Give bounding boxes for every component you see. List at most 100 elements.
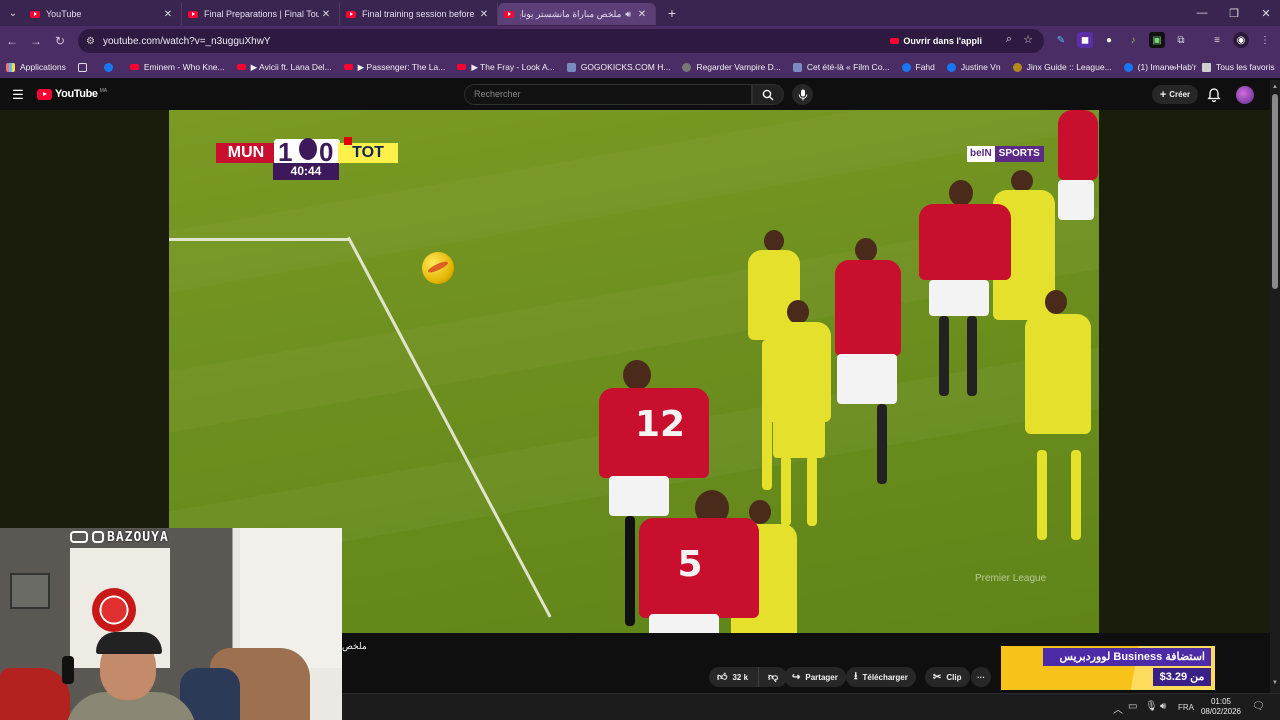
network-icon[interactable]: ▭	[1128, 701, 1137, 712]
more-actions-button[interactable]: ···	[971, 667, 991, 687]
grid-icon	[77, 62, 87, 72]
scroll-up-arrow-icon[interactable]: ▲	[1272, 84, 1278, 90]
address-bar[interactable]: ⚙︎ youtube.com/watch?v=_n3ugguXhwY Ouvri…	[78, 29, 1044, 53]
bookmark-grid[interactable]	[72, 58, 98, 76]
bookmarks-overflow-button[interactable]: »	[1166, 58, 1183, 76]
like-count: 32 k	[732, 672, 749, 682]
download-label: Télécharger	[862, 672, 908, 682]
like-button[interactable]: 👍︎ 32 k	[709, 667, 760, 687]
bookmark-eminem[interactable]: Eminem - Who Kne...	[124, 58, 231, 76]
tab-search-chevron-icon[interactable]: ⌄	[2, 2, 24, 24]
streamer	[66, 630, 200, 720]
home-team-code: MUN	[216, 143, 276, 163]
reload-icon[interactable]: ↻	[48, 29, 72, 53]
profile-avatar-icon[interactable]: ◉	[1233, 32, 1249, 48]
voice-search-button[interactable]	[792, 84, 813, 105]
minimize-window-icon[interactable]: —	[1186, 0, 1218, 26]
site-info-icon[interactable]: ⚙︎	[86, 36, 95, 47]
close-tab-icon[interactable]: ✕	[477, 9, 491, 20]
tray-overflow-chevron-icon[interactable]: ︿	[1113, 701, 1123, 716]
extensions-puzzle-icon[interactable]: ⧉	[1173, 32, 1189, 48]
download-button[interactable]: ⭳ Télécharger	[846, 667, 916, 687]
bookmark-justine[interactable]: Justine Vn	[941, 58, 1007, 76]
extension-translate-icon[interactable]: ✎	[1053, 32, 1069, 48]
volume-icon[interactable]: 🔊︎	[1160, 701, 1166, 712]
bookmark-the-fray[interactable]: ▶ The Fray - Look A...	[451, 58, 560, 76]
system-clock[interactable]: 01:05 08/02/2026	[1196, 697, 1246, 717]
browser-tab[interactable]: Final training session before th ✕	[340, 3, 498, 25]
bookmark-label: Jinx Guide :: League...	[1026, 62, 1112, 72]
shirt-number: 12	[634, 404, 686, 445]
bookmark-imane[interactable]: (1) Imane Hab'r	[1118, 58, 1203, 76]
youtube-wordmark: YouTube	[55, 88, 98, 100]
scroll-down-arrow-icon[interactable]: ▼	[1272, 680, 1278, 686]
bookmark-star-icon[interactable]: ☆	[1023, 33, 1033, 46]
notifications-bell-icon[interactable]	[1206, 87, 1222, 103]
search-input[interactable]: Rechercher	[464, 84, 752, 105]
account-avatar[interactable]	[1236, 86, 1254, 104]
close-tab-icon[interactable]: ✕	[161, 9, 175, 20]
sponsored-banner[interactable]: استضافة Business لووردبريس من 3.29$	[1001, 646, 1215, 690]
youtube-masthead: ☰ YouTube MA Rechercher + Créer	[0, 80, 1280, 110]
ad-headline: استضافة Business لووردبريس	[1043, 648, 1211, 666]
dislike-button[interactable]: 👎︎	[759, 667, 788, 687]
bookmark-label: ▶ Passenger: The La...	[357, 61, 446, 72]
media-control-icon[interactable]: ≡	[1209, 32, 1225, 48]
browser-tab[interactable]: YouTube ✕	[24, 3, 182, 25]
forward-arrow-icon[interactable]: →	[24, 29, 48, 53]
zoom-search-icon[interactable]: ⌕	[1006, 33, 1012, 46]
page-scrollbar[interactable]: ▲ ▼	[1270, 80, 1280, 720]
youtube-app-icon	[890, 38, 900, 44]
browser-menu-icon[interactable]: ⋮	[1257, 32, 1273, 48]
extension-purple-icon[interactable]: ◼	[1077, 32, 1093, 48]
search-button[interactable]	[752, 84, 784, 105]
bookmark-facebook[interactable]	[98, 58, 124, 76]
browser-tab-active[interactable]: ملخص مباراة مانشستر يونايتد 🔊︎ ✕	[498, 3, 656, 25]
close-window-icon[interactable]: ✕	[1250, 0, 1280, 26]
extension-ghost-icon[interactable]: ●	[1101, 32, 1117, 48]
apps-icon	[6, 62, 15, 72]
back-arrow-icon[interactable]: ←	[0, 29, 24, 53]
bookmark-vampire[interactable]: Regarder Vampire D...	[676, 58, 786, 76]
restore-window-icon[interactable]: ❐	[1218, 0, 1250, 26]
extension-music-icon[interactable]: ♪	[1125, 32, 1141, 48]
bookmark-label: Cet été-là « Film Co...	[806, 62, 890, 72]
bookmark-label: Tous les favoris	[1216, 62, 1275, 72]
thumbs-down-icon: 👎︎	[768, 672, 779, 683]
youtube-logo[interactable]: YouTube MA	[37, 88, 107, 100]
headset	[62, 656, 74, 684]
youtube-play-logo-icon	[37, 88, 52, 100]
extension-dark-icon[interactable]: ▣	[1149, 32, 1165, 48]
bookmark-fahd[interactable]: Fahd	[896, 58, 941, 76]
download-group: ⭳ Télécharger	[846, 667, 916, 687]
share-button[interactable]: ↪ Partager	[784, 667, 846, 687]
language-indicator[interactable]: FRA	[1178, 703, 1194, 712]
open-in-app-button[interactable]: Ouvrir dans l'appli	[890, 33, 982, 49]
bookmarks-bar: Applications Eminem - Who Kne... ▶ Avici…	[0, 56, 1280, 78]
clip-button[interactable]: ✂ Clip	[925, 667, 970, 687]
plus-icon: +	[1159, 88, 1167, 101]
scrollbar-thumb[interactable]	[1272, 94, 1278, 289]
close-tab-icon[interactable]: ✕	[635, 9, 649, 20]
all-bookmarks-button[interactable]: Tous les favoris	[1196, 58, 1280, 76]
home-player	[909, 180, 1019, 420]
bookmark-avicii[interactable]: ▶ Avicii ft. Lana Del...	[231, 58, 338, 76]
bookmark-label: Eminem - Who Kne...	[143, 62, 225, 72]
bookmark-cet-ete[interactable]: Cet été-là « Film Co...	[787, 58, 896, 76]
bookmark-jinx-guide[interactable]: Jinx Guide :: League...	[1007, 58, 1118, 76]
bookmark-gogokicks[interactable]: GOGOKICKS.COM H...	[561, 58, 677, 76]
notifications-icon[interactable]: 🗨︎	[1252, 701, 1265, 712]
hamburger-menu-icon[interactable]: ☰	[10, 87, 26, 103]
new-tab-button[interactable]: +	[662, 3, 682, 23]
browser-tab[interactable]: Final Preparations | Final Touch ✕	[182, 3, 340, 25]
bookmark-passenger[interactable]: ▶ Passenger: The La...	[338, 58, 452, 76]
create-button[interactable]: + Créer	[1152, 85, 1198, 104]
bookmark-applications[interactable]: Applications	[0, 58, 72, 76]
streamer-handle: BAZOUYA	[70, 529, 169, 545]
share-arrow-icon: ↪	[792, 671, 801, 683]
broadcaster-name: SPORTS	[994, 146, 1044, 162]
instagram-icon	[92, 531, 104, 543]
microphone-tray-icon[interactable]: 🎙︎	[1145, 701, 1158, 712]
speaker-icon[interactable]: 🔊︎	[625, 9, 631, 20]
close-tab-icon[interactable]: ✕	[319, 9, 333, 20]
